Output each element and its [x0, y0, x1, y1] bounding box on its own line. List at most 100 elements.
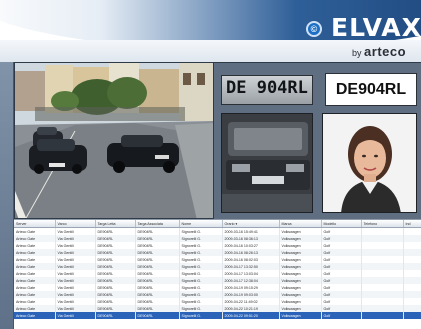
table-row[interactable]: Arteco Gate Via Gentili DE904RL DE904RL Sign…	[14, 242, 421, 249]
table-cell: Via Gentili	[55, 312, 96, 319]
table-row[interactable]: Arteco Gate Via Gentili DE904RL DE904RL Sign…	[14, 298, 421, 305]
table-cell: Signorelli G.	[179, 284, 223, 291]
table-cell: Golf	[321, 249, 362, 256]
table-row[interactable]: Arteco Gate Via Gentili DE904RL DE904RL Sign…	[14, 284, 421, 291]
table-body: Arteco Gate Via Gentili DE904RL DE904RL Sign…	[14, 227, 421, 319]
table-cell	[403, 249, 421, 256]
table-cell: Volkswagen	[279, 305, 322, 312]
table-cell: Arteco Gate	[14, 235, 56, 242]
transit-log-table[interactable]: Server Varco Targa Letta Targa Associata Nom…	[14, 219, 421, 329]
table-cell: Golf	[321, 270, 362, 277]
table-cell: 2009-04-22 11:49:02	[222, 298, 280, 305]
table-row[interactable]: Arteco Gate Via Gentili DE904RL DE904RL Sign…	[14, 277, 421, 284]
table-cell: DE904RL	[95, 227, 136, 235]
plate-read-result: DE904RL	[325, 73, 417, 106]
column-header[interactable]: Orario ▾	[222, 220, 280, 228]
table-cell: Volkswagen	[279, 227, 322, 235]
table-cell: Signorelli G.	[179, 270, 223, 277]
table-cell: DE904RL	[135, 291, 180, 298]
plate-crop-image: DE 904RL	[221, 75, 313, 105]
table-cell: DE904RL	[135, 256, 180, 263]
table-cell: DE904RL	[95, 284, 136, 291]
table-cell: Via Gentili	[55, 235, 96, 242]
table-cell	[403, 256, 421, 263]
table-cell: Arteco Gate	[14, 312, 56, 319]
table-row[interactable]: Arteco Gate Via Gentili DE904RL DE904RL Sign…	[14, 291, 421, 298]
column-header[interactable]: Varco	[55, 220, 96, 228]
table-cell: DE904RL	[95, 256, 136, 263]
table-cell: Arteco Gate	[14, 284, 56, 291]
brand-by: by	[352, 48, 362, 58]
table-cell: Via Gentili	[55, 284, 96, 291]
table-cell: Signorelli G.	[179, 227, 223, 235]
table-cell: Arteco Gate	[14, 227, 56, 235]
table-row[interactable]: Arteco Gate Via Gentili DE904RL DE904RL Sign…	[14, 312, 421, 319]
table-cell: Via Gentili	[55, 249, 96, 256]
table-cell: DE904RL	[135, 249, 180, 256]
table-cell	[403, 227, 421, 235]
table-cell: Golf	[321, 284, 362, 291]
table-row[interactable]: Arteco Gate Via Gentili DE904RL DE904RL Sign…	[14, 305, 421, 312]
table-cell: DE904RL	[135, 277, 180, 284]
vehicle-snapshot-graphic	[222, 114, 312, 212]
table-cell: Via Gentili	[55, 305, 96, 312]
brand-byline: by arteco	[352, 44, 406, 59]
table-cell: Via Gentili	[55, 263, 96, 270]
table-row[interactable]: Arteco Gate Via Gentili DE904RL DE904RL Sign…	[14, 249, 421, 256]
table-cell	[403, 312, 421, 319]
table-cell: Signorelli G.	[179, 263, 223, 270]
table-cell: DE904RL	[95, 291, 136, 298]
table-cell: Golf	[321, 242, 362, 249]
column-header[interactable]: Server	[14, 220, 56, 228]
table-cell: Golf	[321, 298, 362, 305]
table-cell	[361, 305, 404, 312]
column-header[interactable]: Nome	[179, 220, 223, 228]
app-header: © ELVAX by arteco	[0, 0, 421, 62]
table-cell: Volkswagen	[279, 256, 322, 263]
table-cell: Arteco Gate	[14, 256, 56, 263]
table-cell: Golf	[321, 235, 362, 242]
table-cell: DE904RL	[95, 263, 136, 270]
table-cell	[361, 277, 404, 284]
column-header[interactable]: Targa Associata	[135, 220, 180, 228]
table-cell: Golf	[321, 305, 362, 312]
table-cell: Arteco Gate	[14, 305, 56, 312]
column-header[interactable]: Telefono	[361, 220, 404, 228]
table-cell: DE904RL	[95, 277, 136, 284]
table-cell: Via Gentili	[55, 227, 96, 235]
table-cell: Golf	[321, 291, 362, 298]
table-cell: Signorelli G.	[179, 277, 223, 284]
table-row[interactable]: Arteco Gate Via Gentili DE904RL DE904RL Sign…	[14, 235, 421, 242]
table-cell	[361, 249, 404, 256]
table-row[interactable]: Arteco Gate Via Gentili DE904RL DE904RL Sign…	[14, 270, 421, 277]
table-cell: Arteco Gate	[14, 270, 56, 277]
table-cell	[403, 277, 421, 284]
table-cell: DE904RL	[95, 305, 136, 312]
table-row[interactable]: Arteco Gate Via Gentili DE904RL DE904RL Sign…	[14, 227, 421, 235]
table-cell: Golf	[321, 256, 362, 263]
table-row[interactable]: Arteco Gate Via Gentili DE904RL DE904RL Sign…	[14, 256, 421, 263]
table-cell: Via Gentili	[55, 256, 96, 263]
column-header[interactable]: Modello	[321, 220, 362, 228]
street-scene-image	[15, 63, 213, 218]
table-cell: Signorelli G.	[179, 235, 223, 242]
column-header[interactable]: Marca	[279, 220, 322, 228]
column-header[interactable]: Ind	[403, 220, 421, 228]
table-cell: 2009-04-17 13:03:04	[222, 270, 280, 277]
table-cell: Arteco Gate	[14, 291, 56, 298]
live-camera-view[interactable]	[14, 62, 214, 219]
table-cell: Signorelli G.	[179, 256, 223, 263]
column-header[interactable]: Targa Letta	[95, 220, 136, 228]
brand-badge-icon: ©	[306, 21, 322, 37]
left-side-strip	[0, 62, 14, 329]
table-cell: Arteco Gate	[14, 298, 56, 305]
table-cell: DE904RL	[95, 249, 136, 256]
table-cell: 2009-04-16 10:03:27	[222, 242, 280, 249]
table-cell: Volkswagen	[279, 249, 322, 256]
table-cell: Volkswagen	[279, 284, 322, 291]
table-row[interactable]: Arteco Gate Via Gentili DE904RL DE904RL Sign…	[14, 263, 421, 270]
table-cell	[361, 312, 404, 319]
table-cell: DE904RL	[95, 242, 136, 249]
table-cell: Volkswagen	[279, 298, 322, 305]
driver-photo	[322, 113, 417, 213]
